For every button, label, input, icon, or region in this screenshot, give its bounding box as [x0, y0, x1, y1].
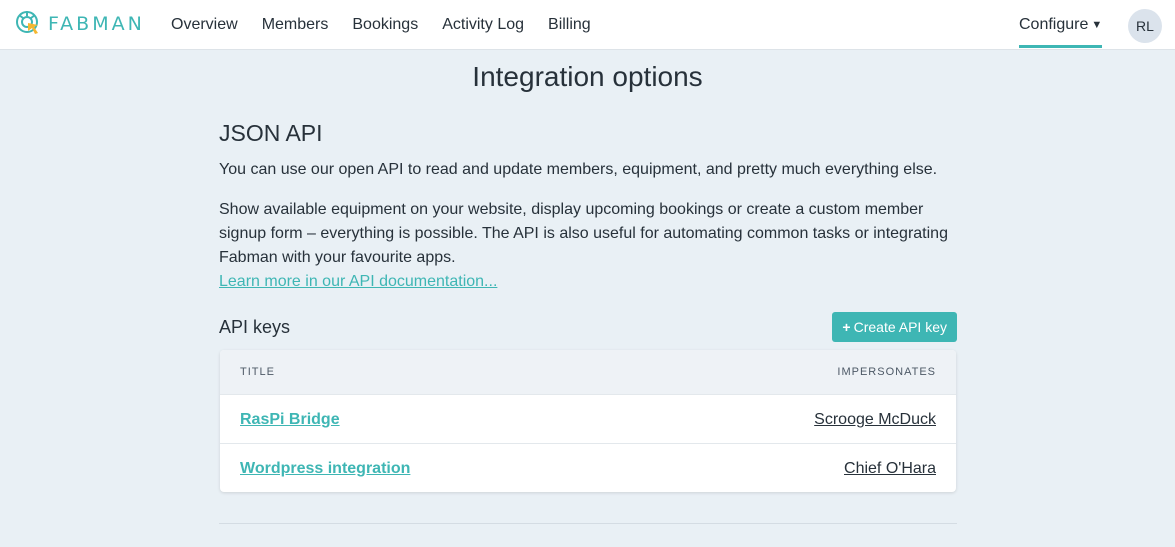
- create-api-key-label: Create API key: [853, 319, 947, 335]
- api-keys-title: API keys: [219, 317, 291, 337]
- section-divider: [219, 523, 957, 524]
- api-keys-table: TITLE IMPERSONATES RasPi Bridge Scrooge …: [220, 350, 956, 492]
- section-title: JSON API: [219, 120, 323, 146]
- api-key-title-link[interactable]: Wordpress integration: [240, 444, 410, 492]
- nav-bookings[interactable]: Bookings: [352, 0, 418, 50]
- plus-icon: +: [842, 319, 851, 335]
- fabman-logo[interactable]: FABMAN: [14, 9, 145, 39]
- table-row: RasPi Bridge Scrooge McDuck: [220, 395, 956, 444]
- details-paragraph: Show available equipment on your website…: [219, 201, 948, 266]
- intro-paragraph: You can use our open API to read and upd…: [219, 161, 938, 178]
- main-nav: Overview Members Bookings Activity Log B…: [171, 0, 615, 50]
- api-documentation-link[interactable]: Learn more in our API documentation...: [219, 270, 497, 294]
- configure-label: Configure: [1019, 16, 1089, 33]
- configure-menu[interactable]: Configure ▼: [1019, 0, 1103, 50]
- nav-members[interactable]: Members: [262, 0, 329, 50]
- page-title: Integration options: [472, 61, 703, 92]
- create-api-key-button[interactable]: + Create API key: [832, 312, 957, 342]
- table-header: TITLE IMPERSONATES: [220, 350, 956, 395]
- api-keys-header: API keys + Create API key: [219, 312, 957, 342]
- column-header-impersonates: IMPERSONATES: [837, 366, 936, 378]
- logo-text: FABMAN: [48, 13, 145, 35]
- nav-billing[interactable]: Billing: [548, 0, 591, 50]
- nav-activity-log[interactable]: Activity Log: [442, 0, 524, 50]
- caret-down-icon: ▼: [1091, 19, 1103, 31]
- column-header-title: TITLE: [240, 366, 275, 378]
- user-avatar[interactable]: RL: [1128, 9, 1162, 43]
- json-api-section: JSON API You can use our open API to rea…: [219, 116, 957, 294]
- top-navbar: FABMAN Overview Members Bookings Activit…: [0, 0, 1175, 50]
- table-row: Wordpress integration Chief O'Hara: [220, 444, 956, 492]
- active-tab-indicator: [1019, 45, 1103, 48]
- impersonated-member-link[interactable]: Scrooge McDuck: [814, 395, 936, 444]
- api-key-title-link[interactable]: RasPi Bridge: [240, 395, 340, 444]
- impersonated-member-link[interactable]: Chief O'Hara: [844, 444, 936, 492]
- logo-icon: [16, 11, 38, 34]
- nav-overview[interactable]: Overview: [171, 0, 238, 50]
